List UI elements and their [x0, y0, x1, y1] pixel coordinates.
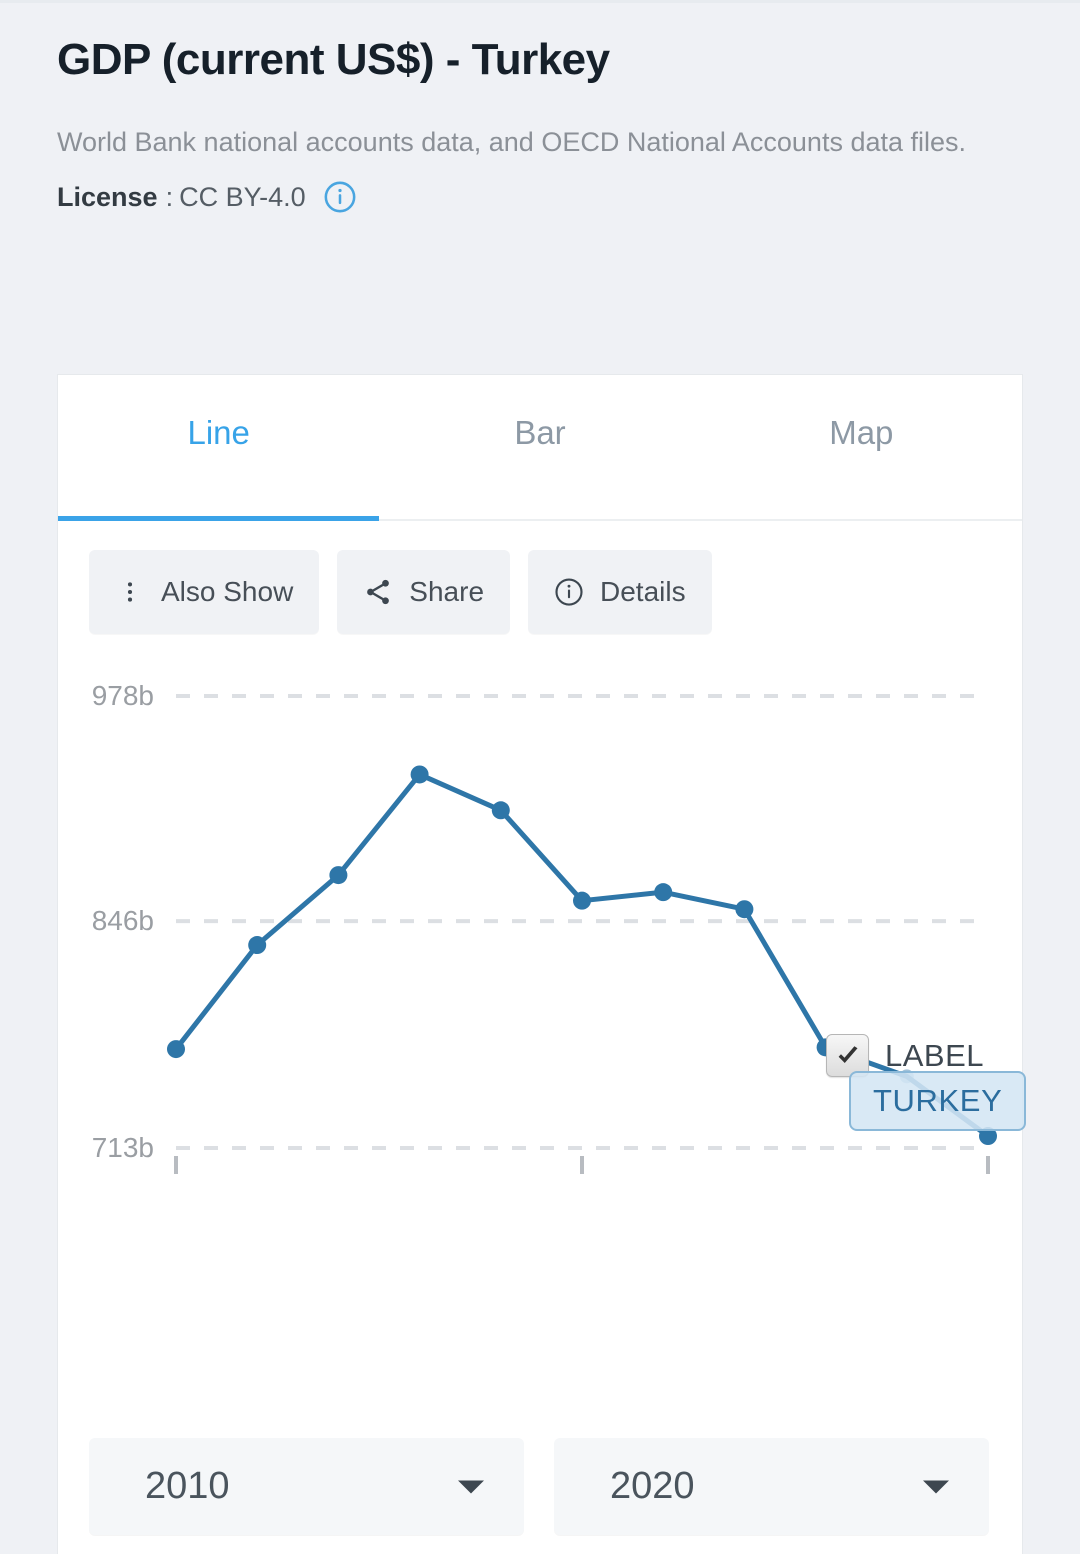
- info-circle-icon: [554, 577, 584, 607]
- check-icon: [838, 1045, 857, 1063]
- svg-text:978b: 978b: [92, 680, 154, 711]
- svg-text:846b: 846b: [92, 905, 154, 936]
- line-chart[interactable]: 978b 846b 713b LABEL TURKEY: [58, 634, 1027, 1394]
- details-button[interactable]: Details: [528, 550, 712, 634]
- chart-x-tick-marks: [174, 1156, 990, 1174]
- tab-map-label: Map: [829, 414, 894, 451]
- page-title: GDP (current US$) - Turkey: [57, 35, 610, 84]
- chart-y-tick-labels: 978b 846b 713b: [92, 680, 154, 1163]
- chart-card: Line Bar Map Also Show Share Details 978…: [57, 374, 1027, 1554]
- chevron-down-icon: [458, 1480, 484, 1493]
- header: GDP (current US$) - Turkey World Bank na…: [57, 35, 1017, 214]
- page-root: GDP (current US$) - Turkey World Bank na…: [0, 0, 1080, 1554]
- series-annotation-label: TURKEY: [873, 1083, 1003, 1118]
- tab-map[interactable]: Map: [701, 375, 1022, 519]
- chart-type-tabs: Line Bar Map: [58, 375, 1022, 521]
- share-label: Share: [409, 576, 485, 607]
- also-show-label: Also Show: [161, 576, 294, 607]
- year-range-selectors: 2010 2020: [89, 1438, 989, 1535]
- tab-bar-label: Bar: [514, 414, 566, 451]
- label-checkbox-text: LABEL: [885, 1037, 985, 1073]
- chart-svg: 978b 846b 713b: [92, 680, 997, 1174]
- end-year-value: 2020: [610, 1465, 695, 1507]
- license-label: License: [57, 181, 158, 212]
- start-year-select[interactable]: 2010: [89, 1438, 524, 1535]
- details-label: Details: [600, 576, 686, 607]
- series-annotation-turkey[interactable]: TURKEY: [849, 1071, 1027, 1131]
- info-circle-icon[interactable]: [323, 180, 357, 214]
- license-value: CC BY-4.0: [179, 181, 306, 212]
- top-divider: [0, 0, 1080, 3]
- also-show-button[interactable]: Also Show: [89, 550, 320, 634]
- source-description: World Bank national accounts data, and O…: [57, 127, 967, 158]
- license-separator: :: [165, 181, 174, 212]
- share-button[interactable]: Share: [337, 550, 511, 634]
- share-icon: [363, 577, 393, 607]
- end-year-select[interactable]: 2020: [554, 1438, 989, 1535]
- start-year-value: 2010: [145, 1465, 230, 1507]
- svg-text:713b: 713b: [92, 1132, 154, 1163]
- tab-line-label: Line: [187, 414, 250, 451]
- chevron-down-icon: [923, 1480, 949, 1493]
- kebab-menu-icon: [115, 577, 145, 607]
- chart-toolbar: Also Show Share Details: [58, 521, 1022, 634]
- license-row: License : CC BY-4.0: [57, 180, 1017, 214]
- tab-bar[interactable]: Bar: [379, 375, 700, 519]
- tab-line[interactable]: Line: [58, 375, 380, 521]
